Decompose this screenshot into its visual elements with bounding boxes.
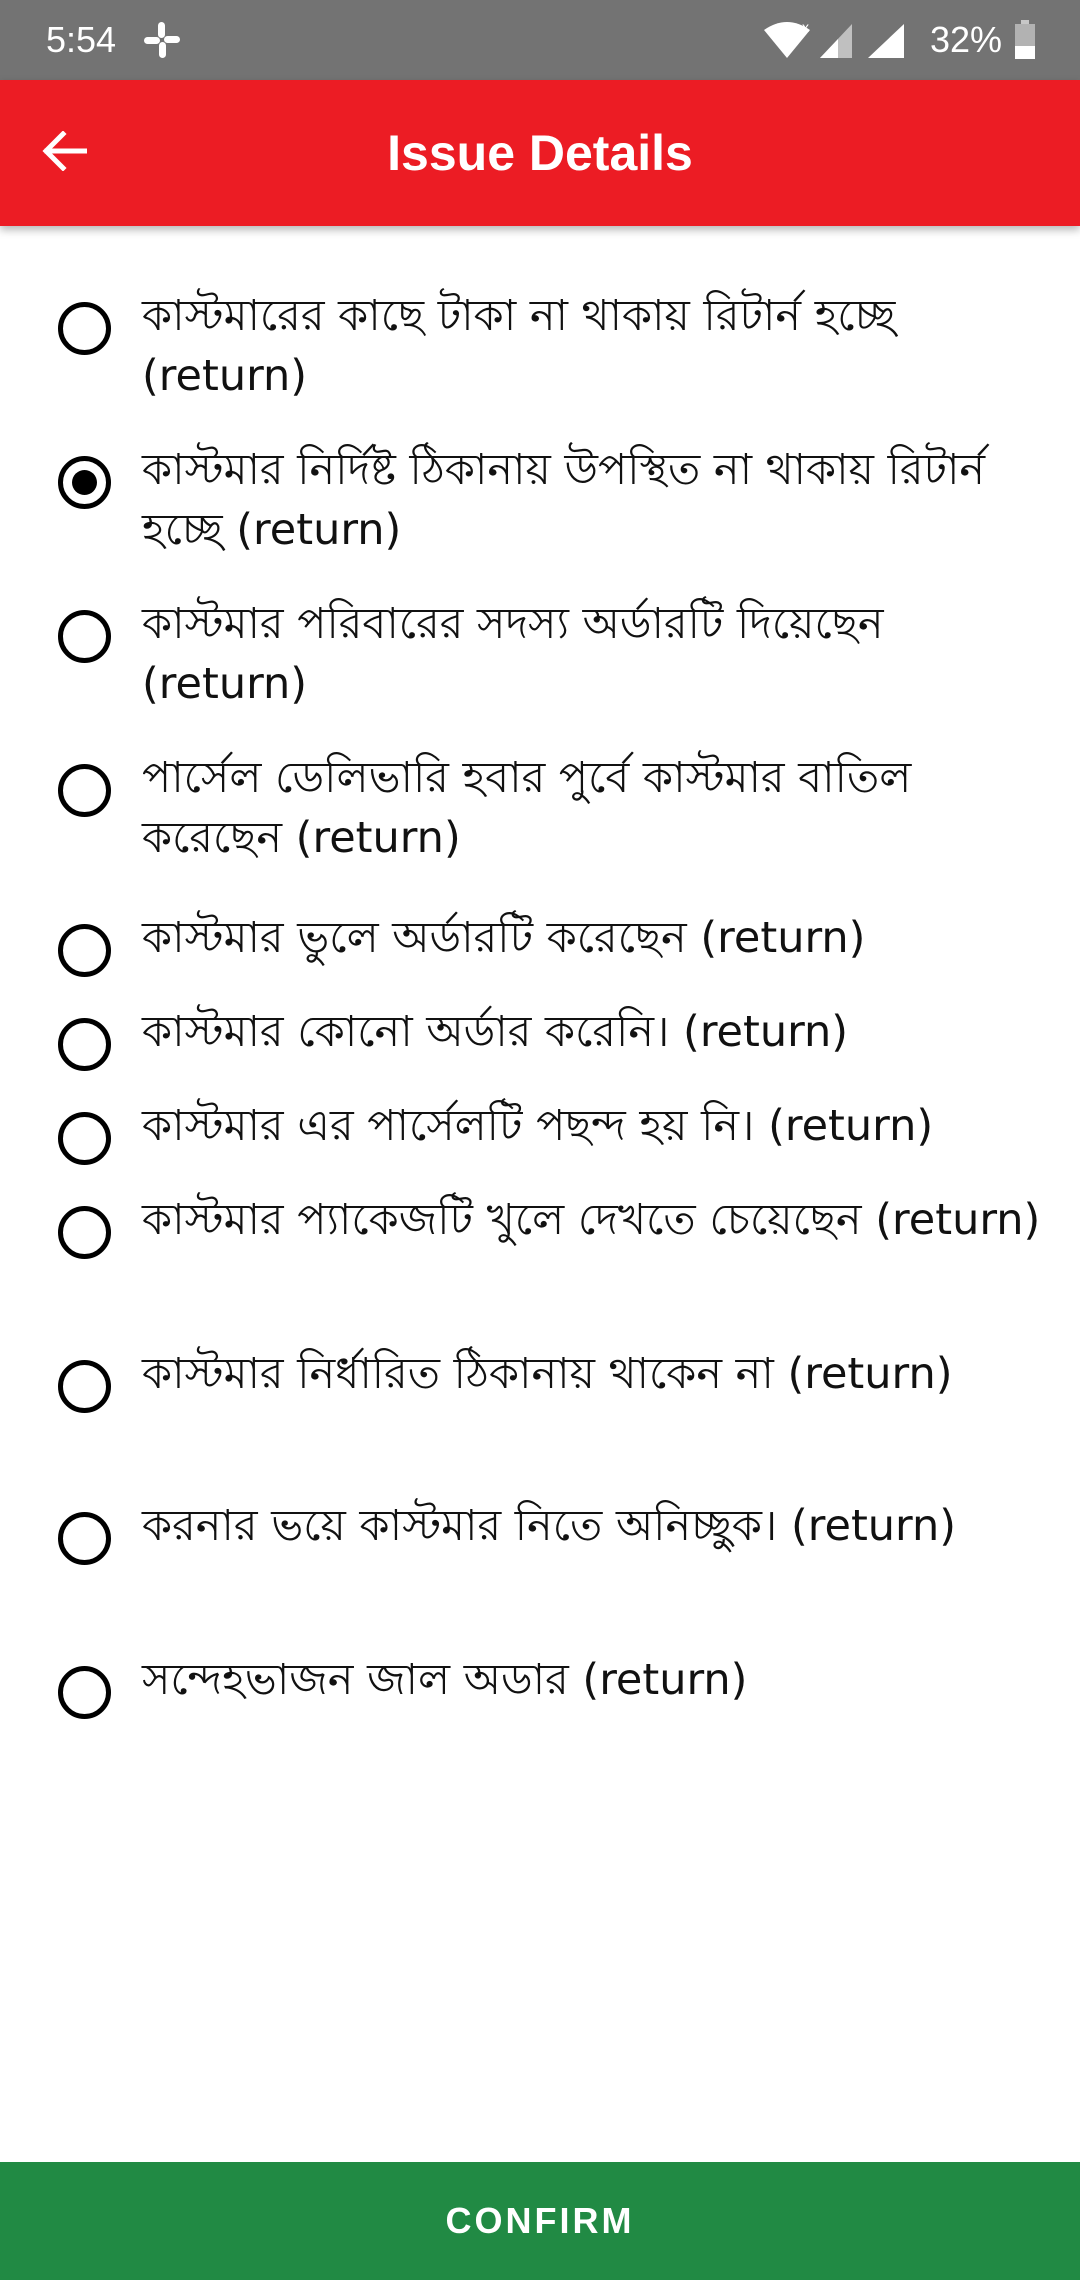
- option-label: কাস্টমার এর পার্সেলটি পছন্দ হয় নি। (ret…: [142, 1101, 934, 1151]
- option-label: কাস্টমার পরিবারের সদস্য অর্ডারটি দিয়েছে…: [142, 599, 884, 709]
- option-label: কাস্টমারের কাছে টাকা না থাকায় রিটার্ন হ…: [142, 291, 896, 401]
- radio-button[interactable]: [58, 610, 111, 663]
- signal-icon: [812, 20, 856, 60]
- option-label: কাস্টমার কোনো অর্ডার করেনি। (return): [142, 1007, 849, 1057]
- radio-button[interactable]: [58, 1666, 111, 1719]
- option-label: কাস্টমার নির্ধারিত ঠিকানায় থাকেন না (re…: [142, 1349, 953, 1399]
- radio-button[interactable]: [58, 302, 111, 355]
- wifi-icon: x: [762, 20, 812, 60]
- radio-button[interactable]: [58, 1512, 111, 1565]
- option-label: পার্সেল ডেলিভারি হবার পুর্বে কাস্টমার বা…: [142, 753, 912, 863]
- radio-button[interactable]: [58, 1360, 111, 1413]
- option-label: করনার ভয়ে কাস্টমার নিতে অনিচ্ছুক। (retu…: [142, 1501, 957, 1551]
- radio-button[interactable]: [58, 456, 111, 509]
- radio-button[interactable]: [58, 1206, 111, 1259]
- radio-button[interactable]: [58, 764, 111, 817]
- option-label: কাস্টমার নির্দিষ্ট ঠিকানায় উপস্থিত না থ…: [142, 445, 986, 555]
- page-title: Issue Details: [387, 125, 693, 181]
- signal-icon: [856, 20, 908, 60]
- svg-text:x: x: [802, 20, 809, 35]
- app-bar: Issue Details: [0, 80, 1080, 226]
- battery-percent: 32%: [929, 19, 1002, 60]
- slack-icon: [142, 20, 182, 60]
- confirm-button[interactable]: CONFIRM: [0, 2162, 1080, 2280]
- status-bar: 5:54 x 32%: [0, 0, 1080, 80]
- status-time: 5:54: [46, 19, 117, 60]
- option-label: কাস্টমার ভুলে অর্ডারটি করেছেন (return): [142, 913, 866, 963]
- radio-button[interactable]: [58, 1112, 111, 1165]
- radio-button[interactable]: [58, 1018, 111, 1071]
- option-label: কাস্টমার প্যাকেজটি খুলে দেখতে চেয়েছেন (…: [142, 1195, 1041, 1245]
- status-icons: x 32%: [762, 16, 1036, 64]
- battery-icon: [1014, 20, 1036, 60]
- option-label: সন্দেহভাজন জাল অডার (return): [142, 1655, 748, 1705]
- radio-button[interactable]: [58, 924, 111, 977]
